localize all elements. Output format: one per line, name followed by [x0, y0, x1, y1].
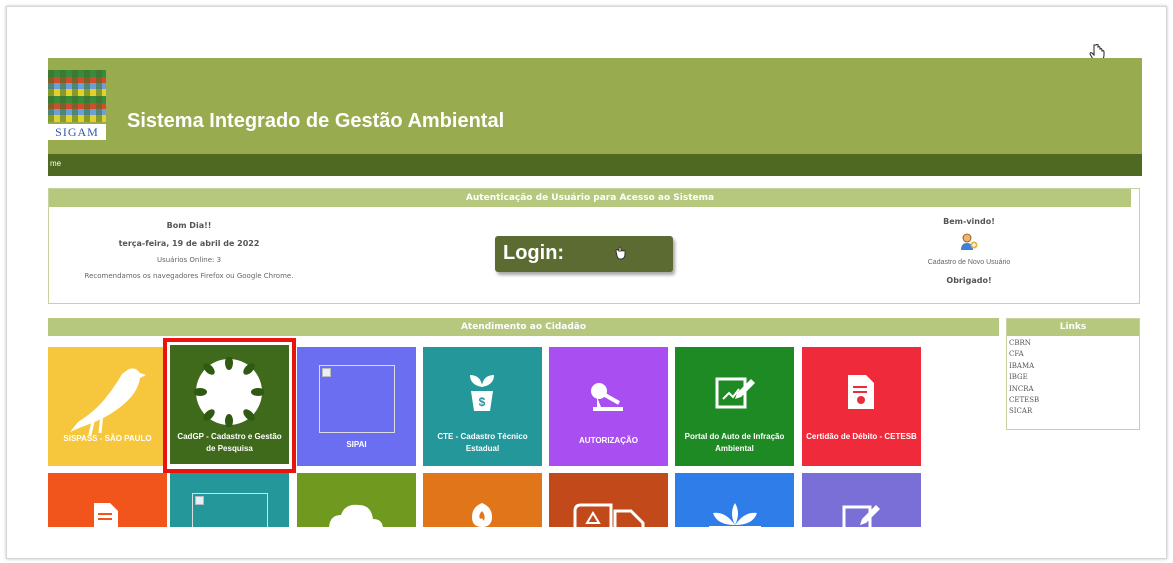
thanks-text: Obrigado!: [946, 276, 992, 285]
broken-image-icon: [192, 493, 268, 527]
edit-document-icon: [842, 505, 880, 527]
tile-label: SIPAI: [346, 440, 367, 449]
link-ibge[interactable]: IBGE: [1009, 372, 1139, 383]
tile-label: Certidão de Débito - CETESB: [806, 432, 917, 441]
welcome-text: Bem-vindo!: [943, 217, 995, 226]
browser-tip-text: Recomendamos os navegadores Firefox ou G…: [84, 272, 294, 280]
greeting-text: Bom Dia!!: [166, 221, 212, 230]
links-list: CBRN CFA IBAMA IBGE INCRA CETESB SICAR: [1007, 336, 1139, 418]
tile-row2-5[interactable]: [549, 473, 668, 527]
link-incra[interactable]: INCRA: [1009, 384, 1139, 395]
link-ibama[interactable]: IBAMA: [1009, 361, 1139, 372]
login-label: Login:: [503, 242, 565, 264]
broken-image-icon: [319, 365, 395, 433]
highlight-box: [163, 338, 296, 473]
tile-sispass[interactable]: SISPASS - SÃO PAULO: [48, 347, 167, 466]
tile-label: AUTORIZAÇÃO: [579, 436, 638, 445]
link-cetesb[interactable]: CETESB: [1009, 395, 1139, 406]
date-text: terça-feira, 19 de abril de 2022: [118, 239, 260, 248]
logo-text: SIGAM: [48, 124, 106, 140]
nav-item[interactable]: me: [50, 159, 61, 168]
login-button[interactable]: Login:: [495, 236, 673, 272]
auth-bar-title: Autenticação de Usuário para Acesso ao S…: [49, 189, 1131, 207]
logo-grid-graphic: [48, 70, 106, 122]
new-user-link[interactable]: Cadastro de Novo Usuário: [889, 259, 1049, 266]
pointer-hand-icon: [615, 246, 626, 260]
tile-label: Portal do Auto de Infração Ambiental: [684, 432, 785, 453]
tile-row2-1[interactable]: [48, 473, 167, 527]
tile-label: CTE - Cadastro Técnico Estadual: [437, 432, 528, 453]
plant-money-icon: $: [470, 375, 494, 411]
tile-auto-infracao[interactable]: Portal do Auto de Infração Ambiental: [675, 347, 794, 466]
page-title: Sistema Integrado de Gestão Ambiental: [127, 110, 505, 132]
auth-panel: Autenticação de Usuário para Acesso ao S…: [48, 188, 1140, 304]
new-user-icon[interactable]: [959, 232, 979, 252]
link-cfa[interactable]: CFA: [1009, 349, 1139, 360]
nav-bar: me: [48, 154, 1142, 176]
tile-row2-4[interactable]: [423, 473, 542, 527]
tile-row2-7[interactable]: [802, 473, 921, 527]
tile-sipai[interactable]: SIPAI: [297, 347, 416, 466]
lotus-icon: [709, 503, 761, 527]
tile-row2-2[interactable]: [170, 473, 289, 527]
stamp-icon: [591, 383, 623, 411]
edit-document-icon: [715, 377, 755, 409]
links-title: Links: [1007, 319, 1139, 336]
certificate-icon: [848, 375, 874, 409]
links-panel: Links CBRN CFA IBAMA IBGE INCRA CETESB S…: [1006, 318, 1140, 430]
greeting-block: Bom Dia!! terça-feira, 19 de abril de 20…: [49, 221, 329, 280]
tile-cte[interactable]: $ CTE - Cadastro Técnico Estadual: [423, 347, 542, 466]
link-sicar[interactable]: SICAR: [1009, 406, 1139, 417]
tile-row2-3[interactable]: [297, 473, 416, 527]
online-users-text: Usuários Online: 3: [156, 256, 222, 264]
tile-row2-6[interactable]: [675, 473, 794, 527]
document-icon: [94, 503, 118, 527]
tile-autorizacao[interactable]: AUTORIZAÇÃO: [549, 347, 668, 466]
truck-icon: [573, 503, 645, 527]
services-bar-title: Atendimento ao Cidadão: [48, 318, 999, 336]
tile-label: SISPASS - SÃO PAULO: [63, 434, 152, 443]
tree-fire-icon: [472, 503, 492, 527]
link-cbrn[interactable]: CBRN: [1009, 338, 1139, 349]
cloud-icon: [329, 504, 383, 527]
site-header: SIGAM Sistema Integrado de Gestão Ambien…: [48, 58, 1142, 154]
bird-icon: [70, 368, 146, 436]
tile-certidao[interactable]: Certidão de Débito - CETESB: [802, 347, 921, 466]
svg-text:$: $: [479, 395, 486, 409]
sigam-logo[interactable]: SIGAM: [48, 70, 110, 140]
welcome-block: Bem-vindo! Cadastro de Novo Usuário Obri…: [889, 217, 1049, 285]
